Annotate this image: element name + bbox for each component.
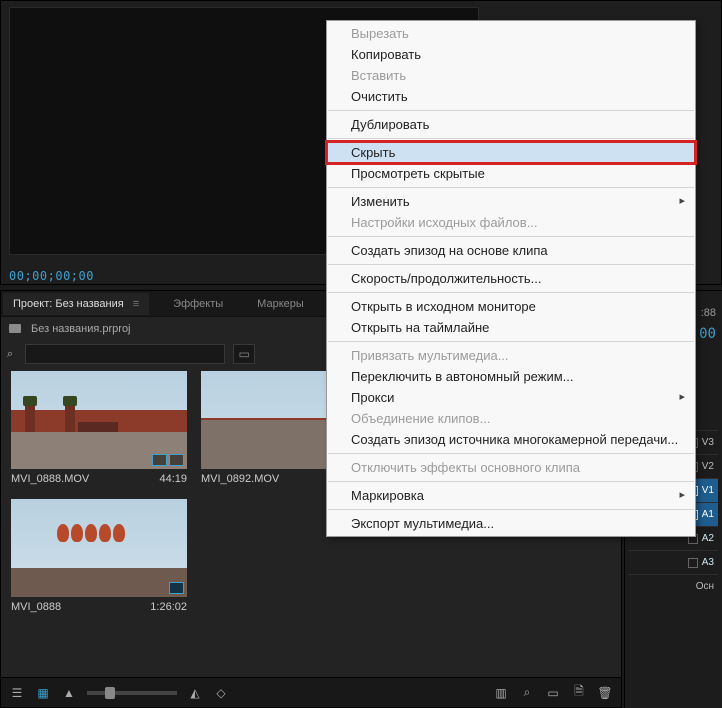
menu-separator <box>328 187 694 188</box>
menu-item: Объединение клипов... <box>327 408 695 429</box>
audio-badge-icon <box>169 454 184 466</box>
mute-icon[interactable] <box>688 558 698 568</box>
menu-item[interactable]: Копировать <box>327 44 695 65</box>
freeform-view-icon[interactable]: ▲ <box>61 685 77 701</box>
menu-item[interactable]: Экспорт мультимедиа... <box>327 513 695 534</box>
tab-project-label: Проект: Без названия <box>13 298 124 310</box>
menu-item: Привязать мультимедиа... <box>327 345 695 366</box>
menu-item[interactable]: Скорость/продолжительность... <box>327 268 695 289</box>
clip-thumbnail[interactable] <box>11 499 187 597</box>
menu-separator <box>328 292 694 293</box>
clip-duration: 44:19 <box>159 473 187 485</box>
automate-icon[interactable]: ▥ <box>493 685 509 701</box>
menu-separator <box>328 509 694 510</box>
menu-item[interactable]: Скрыть <box>327 142 695 163</box>
tab-effects[interactable]: Эффекты <box>163 293 233 315</box>
menu-separator <box>328 453 694 454</box>
tab-menu-icon[interactable]: ≡ <box>133 298 139 310</box>
menu-item[interactable]: Создать эпизод на основе клипа <box>327 240 695 261</box>
tab-project[interactable]: Проект: Без названия ≡ <box>3 293 149 315</box>
sequence-badge-icon <box>169 582 184 594</box>
folder-icon <box>9 323 25 335</box>
menu-item: Настройки исходных файлов... <box>327 212 695 233</box>
track-header-master[interactable]: Осн <box>628 574 718 598</box>
clip-duration: 1:26:02 <box>150 601 187 613</box>
menu-item[interactable]: Создать эпизод источника многокамерной п… <box>327 429 695 450</box>
menu-separator <box>328 236 694 237</box>
zoom-slider[interactable] <box>87 691 177 695</box>
menu-separator <box>328 481 694 482</box>
new-bin-icon[interactable]: ▭ <box>233 344 255 364</box>
tab-markers[interactable]: Маркеры <box>247 293 314 315</box>
menu-item: Отключить эффекты основного клипа <box>327 457 695 478</box>
menu-separator <box>328 110 694 111</box>
menu-item[interactable]: Открыть в исходном мониторе <box>327 296 695 317</box>
new-bin-button[interactable]: ▭ <box>545 685 561 701</box>
menu-item[interactable]: Переключить в автономный режим... <box>327 366 695 387</box>
search-icon: ⌕ <box>7 348 13 361</box>
track-header-a3[interactable]: A3 <box>628 550 718 574</box>
monitor-timecode[interactable]: 00;00;00;00 <box>9 269 94 283</box>
auto-seq-icon[interactable]: ◇ <box>213 685 229 701</box>
trash-icon[interactable]: 🗑 <box>597 685 613 701</box>
icon-view-icon[interactable]: ▦ <box>35 685 51 701</box>
menu-separator <box>328 138 694 139</box>
clip-name: MVI_0892.MOV <box>201 473 279 485</box>
menu-separator <box>328 341 694 342</box>
list-view-icon[interactable]: ☰ <box>9 685 25 701</box>
clip-item[interactable]: MVI_0888 1:26:02 <box>11 499 187 613</box>
clip-item[interactable]: MVI_0888.MOV 44:19 <box>11 371 187 485</box>
clip-name: MVI_0888.MOV <box>11 473 89 485</box>
menu-item: Вставить <box>327 65 695 86</box>
search-input[interactable] <box>25 344 225 364</box>
video-badge-icon <box>152 454 167 466</box>
menu-item[interactable]: Дублировать <box>327 114 695 135</box>
clip-name: MVI_0888 <box>11 601 61 613</box>
context-menu: ВырезатьКопироватьВставитьОчистить Дублир… <box>326 20 696 537</box>
menu-separator <box>328 264 694 265</box>
menu-item[interactable]: Очистить <box>327 86 695 107</box>
new-item-icon[interactable]: 🗎 <box>571 685 587 701</box>
menu-item[interactable]: Прокси <box>327 387 695 408</box>
sort-icon[interactable]: ◭ <box>187 685 203 701</box>
menu-item[interactable]: Открыть на таймлайне <box>327 317 695 338</box>
find-icon[interactable]: ⌕ <box>519 685 535 701</box>
menu-item: Вырезать <box>327 23 695 44</box>
menu-item[interactable]: Маркировка <box>327 485 695 506</box>
clip-thumbnail[interactable] <box>11 371 187 469</box>
panel-footer: ☰ ▦ ▲ ◭ ◇ ▥ ⌕ ▭ 🗎 🗑 <box>1 677 621 707</box>
menu-item[interactable]: Просмотреть скрытые <box>327 163 695 184</box>
project-filename: Без названия.prproj <box>31 323 131 335</box>
timeline-tc-fragment: :88 <box>701 307 716 319</box>
menu-item[interactable]: Изменить <box>327 191 695 212</box>
